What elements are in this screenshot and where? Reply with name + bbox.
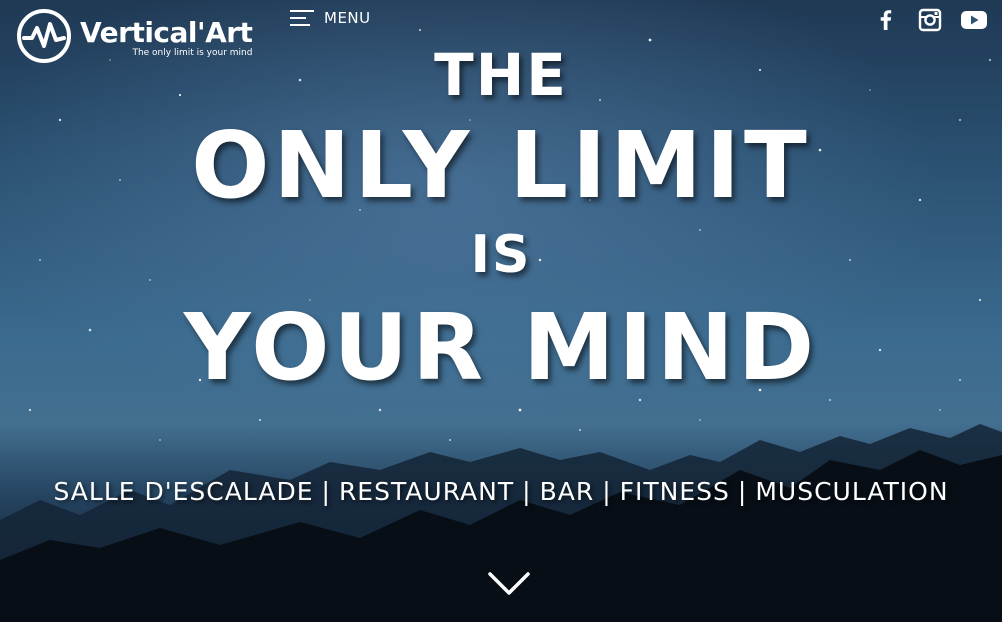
hamburger-icon: [290, 10, 314, 26]
service-item: BAR: [539, 477, 595, 506]
services-list: SALLE D'ESCALADE | RESTAURANT | BAR | FITNESS |…: [0, 475, 1002, 509]
service-item: RESTAURANT: [338, 477, 515, 506]
facebook-icon: [880, 10, 892, 30]
hero-line-only-limit: ONLY LIMIT: [191, 112, 811, 219]
hero-line-the: THE: [434, 41, 568, 109]
facebook-link[interactable]: [872, 8, 900, 32]
service-separator: |: [522, 477, 532, 506]
menu-label: MENU: [324, 9, 371, 27]
menu-button[interactable]: MENU: [290, 10, 371, 26]
service-separator: |: [321, 477, 331, 506]
hero-line-your-mind: YOUR MIND: [183, 294, 819, 401]
service-separator: |: [737, 477, 748, 506]
service-item: MUSCULATION: [755, 477, 949, 506]
service-separator: |: [602, 477, 612, 506]
social-links: [872, 8, 988, 32]
instagram-icon: [918, 8, 942, 32]
service-item: SALLE D'ESCALADE: [53, 477, 314, 506]
youtube-link[interactable]: [960, 8, 988, 32]
instagram-link[interactable]: [916, 8, 944, 32]
hero-line-is: IS: [470, 225, 532, 285]
chevron-down-icon[interactable]: [487, 570, 531, 598]
service-item: FITNESS: [619, 477, 730, 506]
youtube-icon: [961, 11, 987, 29]
